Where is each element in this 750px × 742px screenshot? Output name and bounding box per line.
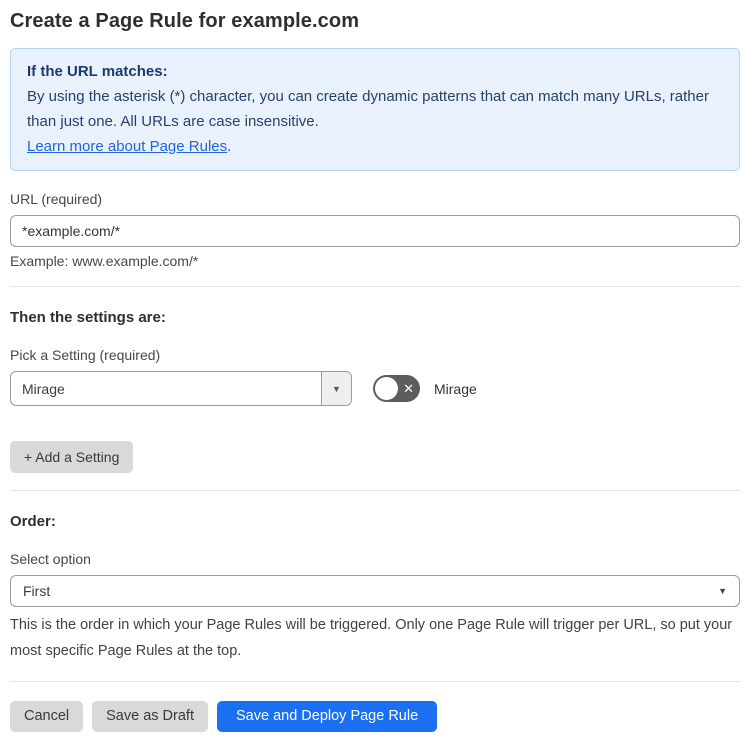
- page-title: Create a Page Rule for example.com: [10, 10, 360, 32]
- info-box-heading: If the URL matches:: [27, 63, 168, 80]
- divider: [10, 490, 740, 491]
- page-rule-form: Create a Page Rule for example.com If th…: [0, 0, 750, 742]
- url-input[interactable]: [10, 215, 740, 247]
- link-period: .: [227, 138, 232, 155]
- order-select[interactable]: First ▼: [10, 575, 740, 607]
- order-helper-text: This is the order in which your Page Rul…: [10, 617, 733, 659]
- settings-section-heading: Then the settings are:: [10, 309, 166, 326]
- save-as-draft-button[interactable]: Save as Draft: [92, 701, 208, 732]
- chevron-down-icon[interactable]: ▼: [321, 372, 351, 405]
- learn-more-link[interactable]: Learn more about Page Rules: [27, 138, 227, 155]
- info-box-link-line: Learn more about Page Rules.: [27, 134, 723, 159]
- divider: [10, 286, 740, 287]
- toggle-label: Mirage: [434, 380, 477, 397]
- mirage-toggle[interactable]: ✕: [373, 375, 420, 402]
- cancel-button[interactable]: Cancel: [10, 701, 84, 732]
- toggle-off-x-icon: ✕: [403, 380, 414, 396]
- setting-combobox[interactable]: Mirage ▼: [10, 371, 352, 406]
- footer-actions: Cancel Save as Draft Save and Deploy Pag…: [10, 701, 740, 732]
- info-box-body: By using the asterisk (*) character, you…: [27, 88, 709, 130]
- setting-combobox-value: Mirage: [22, 380, 65, 397]
- add-setting-button[interactable]: + Add a Setting: [10, 441, 134, 473]
- order-select-value: First: [23, 583, 51, 599]
- setting-row: Mirage ▼ ✕ Mirage: [10, 371, 740, 406]
- divider: [10, 681, 740, 682]
- url-field-label: URL (required): [10, 191, 103, 207]
- url-match-info-box: If the URL matches: By using the asteris…: [10, 48, 740, 171]
- url-field-helper: Example: www.example.com/*: [10, 253, 199, 269]
- select-option-label: Select option: [10, 551, 91, 567]
- toggle-knob: [375, 377, 398, 400]
- pick-setting-label: Pick a Setting (required): [10, 347, 161, 363]
- chevron-down-icon: ▼: [718, 586, 727, 596]
- order-section-heading: Order:: [10, 513, 56, 530]
- save-and-deploy-button[interactable]: Save and Deploy Page Rule: [216, 701, 438, 732]
